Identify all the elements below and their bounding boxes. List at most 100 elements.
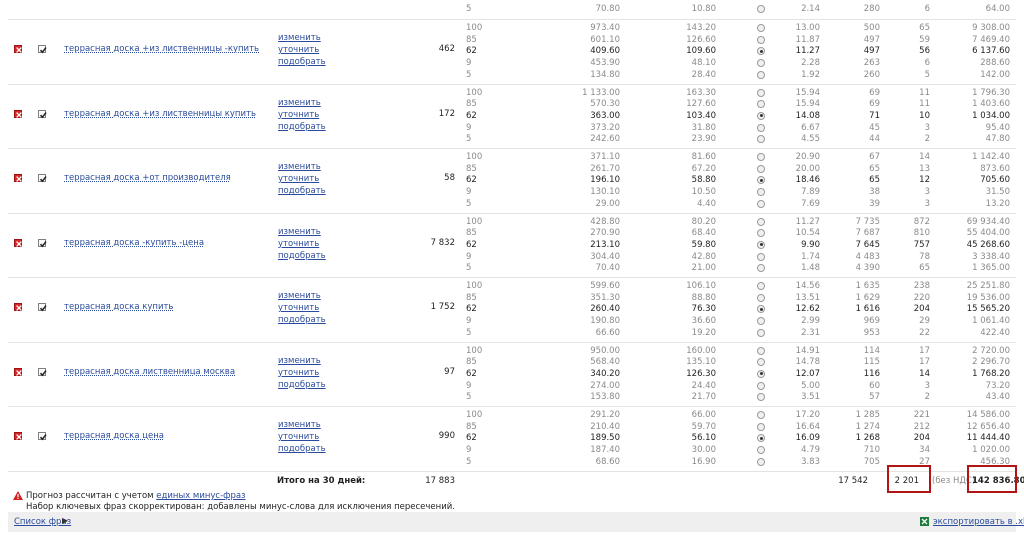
triangle-right-icon[interactable]: ▶: [62, 516, 68, 525]
delete-icon[interactable]: [14, 432, 22, 440]
position-value: 62: [466, 46, 477, 57]
action-pick-link[interactable]: подобрать: [278, 122, 326, 132]
position-radio[interactable]: [757, 176, 765, 185]
keyword-phrase[interactable]: террасная доска +из лиственницы купить: [64, 109, 256, 119]
position-radio[interactable]: [757, 100, 765, 109]
position-radio[interactable]: [757, 59, 765, 68]
position-radio[interactable]: [757, 135, 765, 144]
position-radio[interactable]: [757, 188, 765, 197]
position-radio[interactable]: [757, 164, 765, 173]
position-radio[interactable]: [757, 111, 765, 120]
position-radio[interactable]: [757, 229, 765, 238]
keyword-checkbox[interactable]: [38, 109, 47, 118]
position-radio[interactable]: [757, 24, 765, 32]
keyword-checkbox[interactable]: [38, 367, 47, 376]
bid-value: 351.30: [590, 292, 620, 303]
action-refine-link[interactable]: уточнить: [278, 368, 319, 378]
action-pick-link[interactable]: подобрать: [278, 444, 326, 454]
position-radio[interactable]: [757, 328, 765, 337]
action-pick-link[interactable]: подобрать: [278, 380, 326, 390]
position-radio[interactable]: [757, 35, 765, 44]
position-radio[interactable]: [757, 252, 765, 261]
price-value: 30.00: [691, 445, 716, 456]
impressions-value: 1 616: [855, 304, 880, 315]
position-radio[interactable]: [757, 358, 765, 367]
action-pick-link[interactable]: подобрать: [278, 315, 326, 325]
delete-icon[interactable]: [14, 45, 22, 53]
action-refine-link[interactable]: уточнить: [278, 110, 319, 120]
export-xls-link[interactable]: экспортировать в .xls: [933, 517, 1024, 527]
action-pick-link[interactable]: подобрать: [278, 57, 326, 67]
action-refine-link[interactable]: уточнить: [278, 432, 319, 442]
bid-value: 409.60: [590, 46, 620, 57]
action-pick-link[interactable]: подобрать: [278, 186, 326, 196]
divider: [8, 83, 1016, 85]
position-value: 100: [466, 23, 483, 33]
position-radio[interactable]: [757, 422, 765, 431]
clicks-value: 65: [919, 263, 930, 274]
keyword-phrase[interactable]: террасная доска купить: [64, 302, 173, 312]
position-radio[interactable]: [757, 240, 765, 249]
keyword-checkbox[interactable]: [38, 303, 47, 312]
delete-icon[interactable]: [14, 367, 22, 376]
action-refine-link[interactable]: уточнить: [278, 239, 319, 249]
ctr-value: 2.14: [801, 4, 820, 14]
action-change-link[interactable]: изменить: [278, 162, 321, 172]
position-radio[interactable]: [757, 199, 765, 208]
delete-icon[interactable]: [14, 109, 22, 118]
action-change-link[interactable]: изменить: [278, 227, 321, 237]
action-refine-link[interactable]: уточнить: [278, 174, 319, 184]
bid-value: 153.80: [590, 392, 620, 403]
keyword-checkbox[interactable]: [38, 45, 47, 54]
bid-value: 274.00: [590, 380, 620, 391]
clicks-value: 17: [919, 357, 930, 368]
clicks-value: 3: [924, 380, 930, 391]
impressions-value: 953: [863, 327, 880, 338]
position-radio[interactable]: [757, 70, 765, 79]
action-refine-link[interactable]: уточнить: [278, 45, 319, 55]
position-radio[interactable]: [757, 293, 765, 302]
position-radio[interactable]: [757, 457, 765, 466]
position-radio[interactable]: [757, 47, 765, 56]
keyword-phrase[interactable]: террасная доска -купить -цена: [64, 238, 204, 248]
position-radio[interactable]: [757, 393, 765, 402]
action-change-link[interactable]: изменить: [278, 420, 321, 430]
action-change-link[interactable]: изменить: [278, 291, 321, 301]
keyword-checkbox[interactable]: [38, 432, 47, 441]
action-pick-link[interactable]: подобрать: [278, 251, 326, 261]
position-radio[interactable]: [757, 446, 765, 455]
position-value: 9: [466, 251, 472, 262]
position-radio[interactable]: [757, 346, 765, 355]
position-radio[interactable]: [757, 305, 765, 314]
keyword-phrase[interactable]: террасная доска +из лиственницы -купить: [64, 44, 259, 54]
keyword-phrase[interactable]: террасная доска цена: [64, 431, 164, 441]
action-change-link[interactable]: изменить: [278, 33, 321, 43]
position-radio[interactable]: [757, 411, 765, 419]
position-radio[interactable]: [757, 264, 765, 273]
keyword-checkbox[interactable]: [38, 174, 47, 183]
position-radio[interactable]: [757, 88, 765, 97]
action-change-link[interactable]: изменить: [278, 356, 321, 366]
delete-icon[interactable]: [14, 174, 22, 182]
position-radio[interactable]: [757, 217, 765, 226]
minus-phrases-link[interactable]: единых минус-фраз: [156, 491, 245, 501]
keyword-phrase[interactable]: террасная доска лиственница москва: [64, 367, 235, 377]
delete-icon[interactable]: [14, 238, 22, 247]
position-radio[interactable]: [757, 123, 765, 132]
position-radio[interactable]: [757, 317, 765, 326]
clicks-value: 11: [919, 99, 930, 110]
clicks-value: 3: [924, 122, 930, 133]
ctr-value: 16.09: [795, 433, 820, 444]
position-radio[interactable]: [757, 5, 765, 13]
delete-icon[interactable]: [14, 303, 22, 311]
keyword-checkbox[interactable]: [38, 238, 47, 247]
position-radio[interactable]: [757, 434, 765, 443]
clicks-value: 78: [919, 251, 930, 262]
position-radio[interactable]: [757, 282, 765, 290]
position-radio[interactable]: [757, 153, 765, 161]
keyword-phrase[interactable]: террасная доска +от производителя: [64, 173, 231, 183]
position-radio[interactable]: [757, 369, 765, 378]
action-change-link[interactable]: изменить: [278, 98, 321, 108]
action-refine-link[interactable]: уточнить: [278, 303, 319, 313]
position-radio[interactable]: [757, 381, 765, 390]
